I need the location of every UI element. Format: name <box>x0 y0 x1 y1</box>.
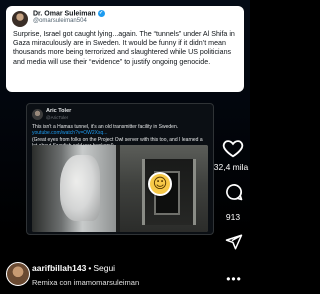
user-avatar[interactable] <box>6 262 30 286</box>
more-options-icon[interactable]: ••• <box>224 272 244 286</box>
remix-caption[interactable]: Remixa con imamomarsuleiman <box>32 278 139 287</box>
tweet-author-avatar <box>12 11 28 27</box>
share-icon[interactable] <box>224 233 244 251</box>
tweet-text: Surprise, Israel got caught lying...agai… <box>13 30 235 66</box>
tweet-author-name: Dr. Omar Suleiman ✓ <box>33 10 105 18</box>
quoted-tweet-link[interactable]: youtube.com/watch?v=OW2Xsq... <box>32 130 107 136</box>
quoted-author-avatar <box>32 109 43 120</box>
comment-icon[interactable] <box>224 182 244 202</box>
comment-count: 913 <box>225 212 241 222</box>
post-author-row: aarifbillah143 • Segui <box>32 263 115 273</box>
video-curtain <box>60 155 100 221</box>
separator-dot: • <box>88 263 92 273</box>
verified-icon: ✓ <box>97 10 105 17</box>
follow-button[interactable]: Segui <box>93 263 115 273</box>
post-username[interactable]: aarifbillah143 <box>32 263 86 273</box>
tweet-author-handle: @omarsuleiman504 <box>33 18 87 24</box>
quoted-tweet-card: Aric Toler @AricToler This isn't a Hamas… <box>26 103 214 235</box>
smirk-emoji-icon: ☺ <box>148 172 172 196</box>
heart-icon[interactable] <box>222 137 244 159</box>
quoted-author-name: Aric Toler <box>46 108 72 114</box>
quoted-author-handle: @AricToler <box>46 115 69 120</box>
like-count: 32,4 mila <box>213 162 249 172</box>
reel-canvas[interactable]: Dr. Omar Suleiman ✓ @omarsuleiman504 Surp… <box>0 0 250 235</box>
tweet-card: Dr. Omar Suleiman ✓ @omarsuleiman504 Surp… <box>6 6 244 92</box>
quoted-video-thumbnail[interactable] <box>32 145 208 232</box>
